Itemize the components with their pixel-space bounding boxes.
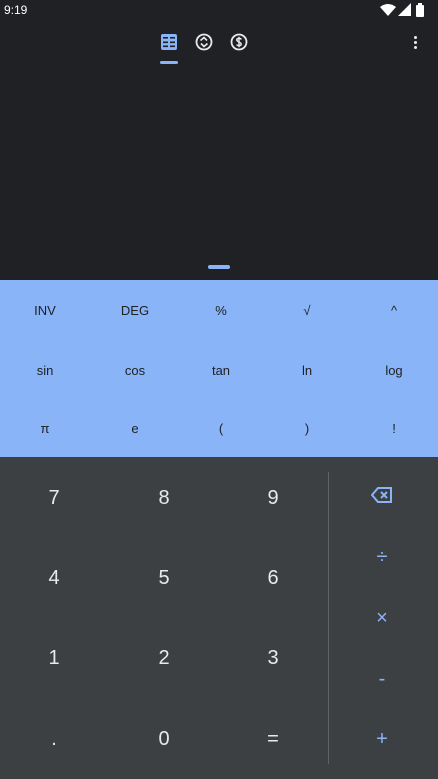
- more-options-button[interactable]: [405, 32, 425, 52]
- multiply-button[interactable]: ×: [352, 593, 412, 643]
- e-button[interactable]: e: [100, 409, 170, 449]
- percent-button[interactable]: %: [186, 291, 256, 331]
- calculator-icon: [161, 34, 177, 50]
- more-dot-icon: [414, 36, 417, 39]
- backspace-icon: [371, 487, 392, 503]
- cos-button[interactable]: cos: [100, 351, 170, 391]
- status-icons: [380, 3, 428, 17]
- backspace-button[interactable]: [352, 470, 412, 520]
- sqrt-button[interactable]: √: [272, 291, 342, 331]
- digit-4-button[interactable]: 4: [9, 548, 99, 608]
- active-tab-indicator: [160, 61, 178, 64]
- digit-5-button[interactable]: 5: [119, 548, 209, 608]
- pi-button[interactable]: π: [10, 409, 80, 449]
- equals-button[interactable]: =: [228, 709, 318, 769]
- digit-9-button[interactable]: 9: [228, 468, 318, 528]
- signal-icon: [398, 3, 411, 16]
- sin-button[interactable]: sin: [10, 351, 80, 391]
- more-dot-icon: [414, 46, 417, 49]
- decimal-point-button[interactable]: .: [9, 709, 99, 769]
- minus-button[interactable]: -: [352, 654, 412, 704]
- log-button[interactable]: log: [359, 351, 429, 391]
- digit-1-button[interactable]: 1: [9, 628, 99, 688]
- scientific-panel: INV DEG % √ ^ sin cos tan ln log π e ( )…: [0, 280, 438, 457]
- digit-0-button[interactable]: 0: [119, 709, 209, 769]
- mode-tabs: [0, 30, 438, 70]
- digit-6-button[interactable]: 6: [228, 548, 318, 608]
- battery-icon: [416, 3, 424, 17]
- tab-currency-converter[interactable]: [224, 30, 254, 54]
- keypad-divider: [328, 472, 329, 764]
- power-button[interactable]: ^: [359, 291, 429, 331]
- tab-unit-converter[interactable]: [189, 30, 219, 54]
- factorial-button[interactable]: !: [359, 409, 429, 449]
- digit-8-button[interactable]: 8: [119, 468, 209, 528]
- inv-button[interactable]: INV: [10, 291, 80, 331]
- digit-2-button[interactable]: 2: [119, 628, 209, 688]
- close-paren-button[interactable]: ): [272, 409, 342, 449]
- more-dot-icon: [414, 41, 417, 44]
- open-paren-button[interactable]: (: [186, 409, 256, 449]
- digit-3-button[interactable]: 3: [228, 628, 318, 688]
- calculator-display: [0, 70, 438, 260]
- ln-button[interactable]: ln: [272, 351, 342, 391]
- currency-icon: [230, 33, 248, 51]
- status-bar: 9:19: [0, 0, 438, 20]
- divide-button[interactable]: ÷: [352, 532, 412, 582]
- digit-7-button[interactable]: 7: [9, 468, 99, 528]
- status-time: 9:19: [4, 3, 28, 17]
- wifi-icon: [380, 4, 396, 16]
- drag-handle[interactable]: [208, 265, 230, 269]
- swap-icon: [195, 33, 213, 51]
- plus-button[interactable]: +: [352, 714, 412, 764]
- tan-button[interactable]: tan: [186, 351, 256, 391]
- tab-calculator[interactable]: [154, 30, 184, 54]
- deg-button[interactable]: DEG: [100, 291, 170, 331]
